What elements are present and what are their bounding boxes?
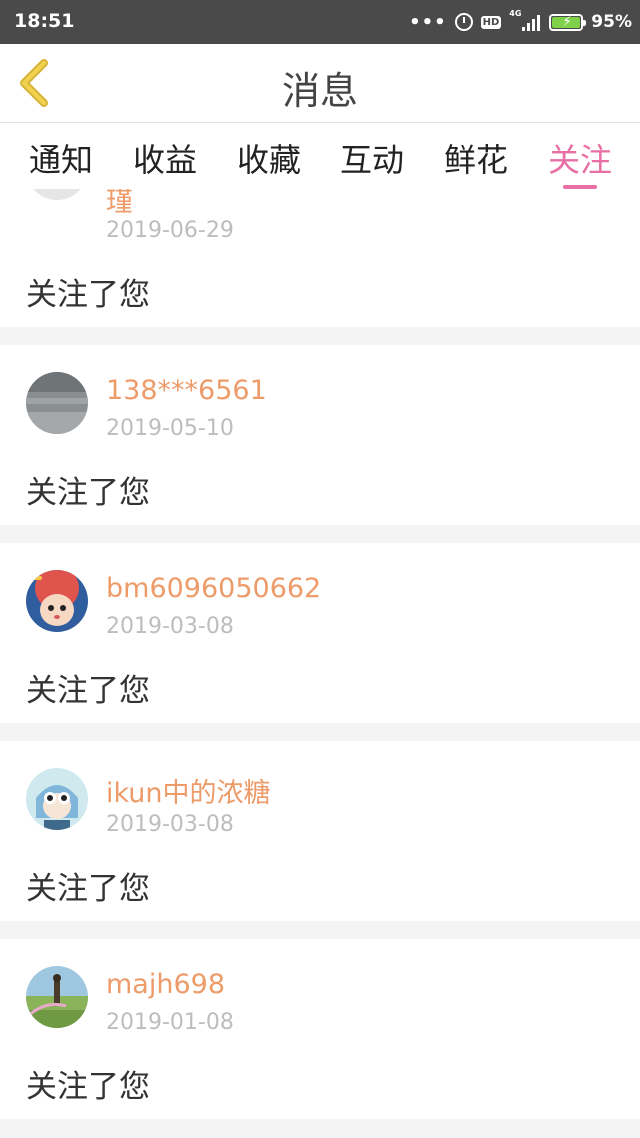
tab-earnings[interactable]: 收益 [113,135,217,181]
signal-icon: 4G [509,9,541,33]
battery-charging-icon: ⚡ [549,13,587,31]
message: 关注了您 [26,475,150,511]
avatar [26,966,88,1028]
tab-follows[interactable]: 关注 [528,135,632,181]
date: 2019-03-08 [106,614,234,639]
active-tab-indicator [563,185,597,189]
date: 2019-03-08 [106,812,234,837]
tab-interactions[interactable]: 互动 [320,135,424,181]
username[interactable]: ikun中的浓糖 [106,771,271,810]
hd-icon: HD [480,15,502,29]
message: 关注了您 [26,871,150,907]
more-dots-icon: ••• [409,11,447,33]
status-icons: ••• HD 4G ⚡ 95% [409,8,632,36]
message: 关注了您 [26,673,150,709]
avatar [26,372,88,434]
list-item[interactable]: 138***6561 2019-05-10 关注了您 [0,345,640,525]
tab-favorites[interactable]: 收藏 [217,135,321,181]
username[interactable]: majh698 [106,969,225,1000]
message: 关注了您 [26,277,150,313]
status-time: 18:51 [14,10,75,32]
page-title: 消息 [281,69,358,113]
list-item[interactable]: bm6096050662 2019-03-08 关注了您 [0,543,640,723]
date: 2019-01-08 [106,1010,234,1035]
tab-notifications[interactable]: 通知 [9,135,113,181]
battery-percent: 95% [591,12,632,32]
alarm-icon [454,13,473,31]
tab-flowers[interactable]: 鲜花 [424,135,528,181]
status-bar: 18:51 ••• HD 4G ⚡ 95% [0,0,640,44]
avatar [26,768,88,830]
username[interactable]: bm6096050662 [106,573,321,604]
date: 2019-06-29 [106,218,234,243]
list-item[interactable]: majh698 2019-01-08 关注了您 [0,939,640,1119]
username[interactable]: 138***6561 [106,375,267,406]
list-item[interactable]: ikun中的浓糖 2019-03-08 关注了您 [0,741,640,921]
avatar [26,570,88,632]
date: 2019-05-10 [106,416,234,441]
signal-bars-icon [521,15,541,31]
network-type: 4G [509,9,522,18]
header: 消息 [0,44,640,123]
message: 关注了您 [26,1069,150,1105]
tab-bar: 通知 收益 收藏 互动 鲜花 关注 [0,123,640,189]
